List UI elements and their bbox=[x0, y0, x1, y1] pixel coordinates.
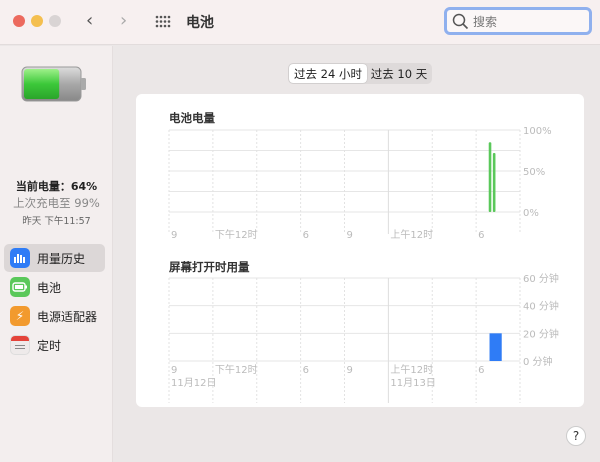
sidebar-item-usage-history[interactable]: 用量历史 bbox=[4, 244, 105, 272]
y-tick-label: 100% bbox=[523, 126, 552, 137]
close-button[interactable] bbox=[13, 15, 25, 27]
x-tick-label: 6 bbox=[478, 365, 484, 376]
title-bar: ‹ › 电池 bbox=[0, 0, 600, 45]
lightning-icon: ⚡︎ bbox=[10, 306, 30, 326]
y-tick-label: 20 分钟 bbox=[523, 327, 559, 340]
chart-title: 电池电量 bbox=[169, 111, 215, 125]
x-tick-label: 9 bbox=[347, 365, 353, 376]
usage-charts: 电池电量 0% 50% 100% 9 下午12时 6 9 上午12时 6 屏幕打开时用量 0 分钟 20… bbox=[168, 111, 559, 403]
x-tick-label: 下午12时 bbox=[215, 228, 258, 241]
sidebar-item-power-adapter[interactable]: ⚡︎ 电源适配器 bbox=[4, 302, 105, 330]
x-tick-label: 上午12时 bbox=[390, 363, 433, 376]
x-tick-label: 上午12时 bbox=[390, 228, 433, 241]
time-range-segmented-control: 过去 24 小时 过去 10 天 bbox=[288, 63, 432, 84]
last-charged: 上次充电至 99% bbox=[13, 196, 100, 210]
forward-button[interactable]: › bbox=[120, 10, 127, 31]
date-label: 11月13日 bbox=[390, 377, 435, 389]
zoom-button[interactable] bbox=[49, 15, 61, 27]
battery-icon bbox=[21, 66, 86, 102]
y-tick-label: 60 分钟 bbox=[523, 272, 559, 285]
sidebar-item-label: 定时 bbox=[37, 338, 62, 353]
x-tick-label: 9 bbox=[171, 230, 177, 241]
sidebar-item-schedule[interactable]: 定时 bbox=[4, 331, 105, 359]
battery-icon bbox=[10, 277, 30, 297]
y-tick-label: 0 分钟 bbox=[523, 355, 553, 368]
sidebar-item-battery[interactable]: 电池 bbox=[4, 273, 105, 301]
x-tick-label: 9 bbox=[347, 230, 353, 241]
bar-chart-icon bbox=[10, 248, 30, 268]
x-tick-label: 6 bbox=[303, 365, 309, 376]
tab-last-10-days[interactable]: 过去 10 天 bbox=[367, 64, 431, 83]
sidebar: 当前电量：64% 上次充电至 99% 昨天 下午11:57 用量历史 电池 ⚡︎… bbox=[0, 46, 113, 462]
search-field[interactable] bbox=[444, 7, 592, 35]
y-tick-label: 50% bbox=[523, 167, 545, 178]
help-button[interactable]: ? bbox=[566, 426, 586, 446]
search-input[interactable] bbox=[473, 13, 583, 31]
sidebar-item-label: 电源适配器 bbox=[37, 309, 98, 324]
last-charged-time: 昨天 下午11:57 bbox=[22, 216, 91, 227]
battery-level-bar bbox=[488, 142, 492, 212]
current-charge: 当前电量：64% bbox=[15, 180, 98, 193]
calendar-icon bbox=[10, 335, 30, 355]
y-tick-label: 0% bbox=[523, 208, 539, 219]
y-tick-label: 40 分钟 bbox=[523, 300, 559, 313]
battery-level-bar bbox=[492, 152, 496, 212]
x-tick-label: 6 bbox=[303, 230, 309, 241]
search-icon bbox=[452, 13, 469, 30]
minimize-button[interactable] bbox=[31, 15, 43, 27]
x-tick-label: 6 bbox=[478, 230, 484, 241]
tab-last-24-hours[interactable]: 过去 24 小时 bbox=[289, 64, 367, 83]
window-title: 电池 bbox=[186, 15, 214, 31]
sidebar-item-label: 电池 bbox=[37, 280, 62, 295]
back-button[interactable]: ‹ bbox=[86, 10, 93, 31]
charts-card: 电池电量 0% 50% 100% 9 下午12时 6 9 上午12时 6 屏幕打开时用量 0 分钟 20… bbox=[136, 94, 584, 407]
date-label: 11月12日 bbox=[171, 377, 216, 389]
screen-usage-bar bbox=[489, 333, 502, 361]
grid-icon[interactable] bbox=[155, 15, 171, 28]
x-tick-label: 下午12时 bbox=[215, 363, 258, 376]
x-tick-label: 9 bbox=[171, 365, 177, 376]
sidebar-item-label: 用量历史 bbox=[37, 251, 86, 266]
chart-title: 屏幕打开时用量 bbox=[169, 260, 250, 274]
